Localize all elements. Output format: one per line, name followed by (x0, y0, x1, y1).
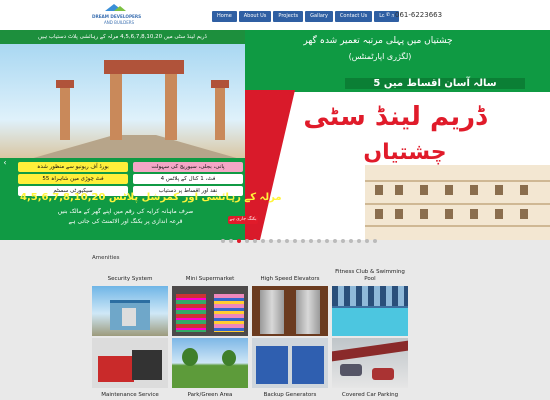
slider-dot[interactable] (349, 239, 353, 243)
amenity-label: High Speed Elevators (260, 276, 320, 282)
amenity-image (172, 338, 248, 388)
slider-dot[interactable] (253, 239, 257, 243)
apartment-building-image (365, 165, 550, 240)
main-nav: Home About Us Projects Gallary Contact U… (212, 11, 400, 22)
feature-badge: 55 فٹ چوڑی مین شاہراہ (18, 174, 128, 184)
banner-top-strip: ڈریم لینڈ سٹی میں 4,5,6,7,8,10,20 مرلہ ک… (0, 30, 245, 44)
banner-line-1: صرف ماہانہ کرایہ کی رقم میں اپنے گھر کے … (57, 208, 194, 215)
logo-line2: AND BUILDERS (104, 20, 135, 25)
gate-cap (211, 80, 229, 88)
phone-number: 061-6223663 (395, 11, 443, 19)
slider-dot[interactable] (229, 239, 233, 243)
slider-dot[interactable] (261, 239, 265, 243)
amenity-image (92, 338, 168, 388)
feature-badge: بورڈ آف ریونیو سے منظور شدہ (18, 162, 128, 172)
banner-plot-sizes: 4,5,6,7,8,10,20 مرلہ کے رہائشی اور کمرشل… (20, 192, 282, 203)
booking-tag: بکنگ جاری ہے (228, 216, 258, 224)
slider-dot[interactable] (285, 239, 289, 243)
slider-next-icon[interactable]: › (540, 158, 550, 168)
gate-pillar (60, 85, 70, 140)
amenities-grid: Security System Mini Supermarket High Sp… (92, 266, 482, 400)
amenity-label: Security System (107, 276, 153, 282)
slider-dot[interactable] (373, 239, 377, 243)
slider-dot[interactable] (301, 239, 305, 243)
feature-badge: 4 فٹ، 1 کنال کے پلاٹس (133, 174, 243, 184)
slider-dot[interactable] (333, 239, 337, 243)
amenity-image (172, 286, 248, 336)
nav-gallery[interactable]: Gallary (305, 11, 333, 22)
phone-contact[interactable]: ✆ 061-6223663 (384, 11, 442, 19)
slider-dot[interactable] (309, 239, 313, 243)
amenity-label: Park/Green Area (187, 392, 233, 398)
feature-badge: پانی، بجلی، سیوریج کی سہولت (133, 162, 243, 172)
gate-pillar (215, 85, 225, 140)
amenity-image (252, 286, 328, 336)
hero-banner[interactable]: ڈریم لینڈ سٹی میں 4,5,6,7,8,10,20 مرلہ ک… (0, 30, 550, 240)
banner-headline-1: چشتیاں میں پہلی مرتبہ تعمیر شدہ گھر (303, 36, 453, 46)
banner-installments: 5 سالہ آسان اقساط میں (345, 78, 525, 89)
amenity-image (332, 338, 408, 388)
amenity-label: Fitness Club & Swimming Pool (335, 269, 405, 282)
slider-dot[interactable] (245, 239, 249, 243)
nav-about-us[interactable]: About Us (238, 11, 272, 22)
slider-dot[interactable] (269, 239, 273, 243)
amenity-label: Maintenance Service (101, 392, 159, 398)
amenities-heading: Amenities (92, 255, 120, 261)
gate-pillar (165, 70, 177, 140)
slider-dot[interactable] (357, 239, 361, 243)
gate-pillar (110, 70, 122, 140)
site-header: DREAM DEVELOPERS AND BUILDERS Home About… (0, 0, 550, 30)
slider-dots (221, 239, 377, 243)
slider-dot[interactable] (365, 239, 369, 243)
banner-right-panel: چشتیاں میں پہلی مرتبہ تعمیر شدہ گھر (لگژ… (245, 30, 550, 240)
slider-dot[interactable] (277, 239, 281, 243)
banner-subtitle: چشتیاں (363, 140, 447, 165)
nav-home[interactable]: Home (212, 11, 237, 22)
amenity-label: Mini Supermarket (185, 276, 235, 282)
nav-contact-us[interactable]: Contact Us (334, 11, 373, 22)
amenity-image (252, 338, 328, 388)
slider-prev-icon[interactable]: ‹ (0, 158, 10, 168)
banner-line-2: قرعہ اندازی پر بکنگ اور الاٹمنٹ کی جاتی … (68, 218, 183, 225)
logo-line1: DREAM DEVELOPERS (92, 14, 142, 19)
amenity-image (92, 286, 168, 336)
slider-dot[interactable] (317, 239, 321, 243)
slider-dot[interactable] (237, 239, 241, 243)
amenity-label: Backup Generators (263, 392, 317, 398)
site-logo[interactable]: DREAM DEVELOPERS AND BUILDERS (92, 2, 158, 28)
logo-leaf-icon (114, 6, 126, 11)
phone-icon: ✆ (384, 11, 392, 19)
slider-dot[interactable] (221, 239, 225, 243)
nav-projects[interactable]: Projects (273, 11, 304, 22)
banner-title: ڈریم لینڈ سٹی (303, 102, 487, 132)
amenity-image (332, 286, 408, 336)
slider-dot[interactable] (293, 239, 297, 243)
gate-arch (104, 60, 184, 74)
slider-dot[interactable] (341, 239, 345, 243)
amenity-label: Covered Car Parking (341, 392, 399, 398)
banner-headline-2: (لگژری اپارٹمنٹس) (348, 52, 412, 61)
gate-cap (56, 80, 74, 88)
slider-dot[interactable] (325, 239, 329, 243)
